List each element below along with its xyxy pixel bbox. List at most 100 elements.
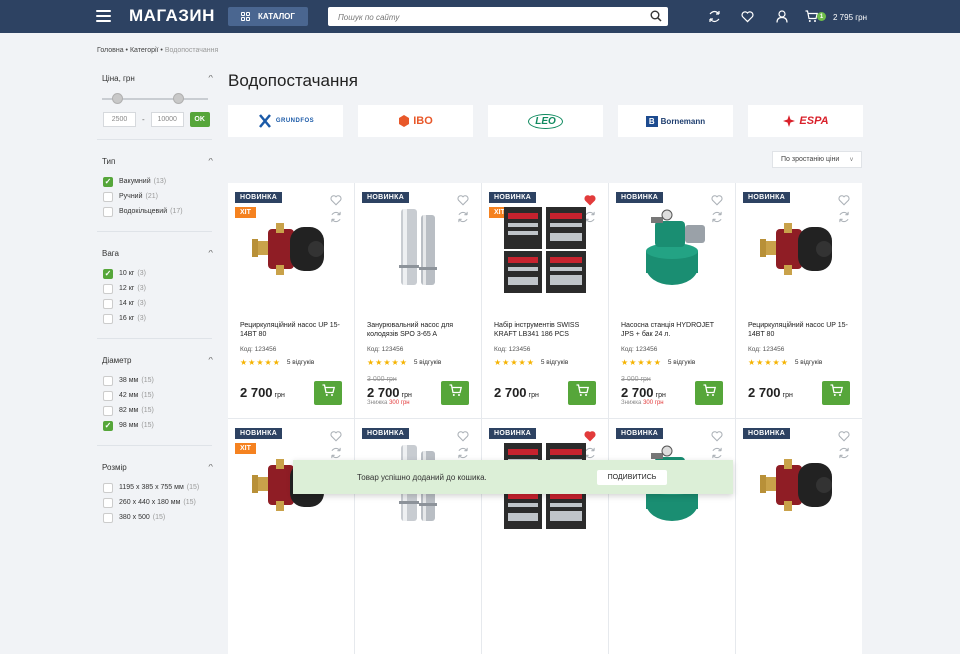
price-slider[interactable] [102,90,212,108]
filter-option[interactable]: 16 кг (3) [103,311,212,326]
product-card[interactable]: НОВИНКА Занурювальний насос для колодязів… [355,183,481,418]
filter-option[interactable]: Водокільцевий (17) [103,204,212,219]
filter-header[interactable]: Тип ^ [102,153,213,169]
heart-icon[interactable] [584,193,596,206]
borehole-pump-icon[interactable] [373,205,463,295]
checkbox[interactable] [103,283,113,294]
reviews-link[interactable]: 5 відгуків [414,359,441,366]
catalog-button[interactable]: КАТАЛОГ [228,7,308,26]
chevron-up-icon[interactable]: ^ [208,158,213,165]
filter-header[interactable]: Діаметр ^ [102,352,213,368]
menu-icon[interactable] [96,10,111,22]
product-card[interactable]: НОВИНКА Насосна станція HYDROJET JPS + ба… [609,183,735,418]
search-input[interactable] [328,8,628,27]
filter-header[interactable]: Розмір ^ [102,459,213,475]
heart-icon[interactable] [711,429,723,442]
add-to-cart-button[interactable] [314,381,342,405]
compare-icon[interactable] [708,10,721,23]
product-card[interactable]: НОВИНКА ХІТ [228,419,354,654]
product-name[interactable]: Набір інструментів SWISS KRAFT LB341 186… [494,321,599,339]
price-min-input[interactable]: 2500 [103,112,136,127]
filter-header[interactable]: Ціна, грн ^ [102,70,213,86]
breadcrumb-categories[interactable]: Категорії [130,47,159,54]
add-to-cart-button[interactable] [822,381,850,405]
brand-ibo[interactable]: IBO [358,105,473,137]
checkbox[interactable] [103,512,113,523]
heart-icon[interactable] [838,193,850,206]
filter-option[interactable]: ✓ 10 кг (3) [103,266,212,281]
filter-option[interactable]: ✓ Вакумний (13) [103,174,212,189]
checkbox[interactable] [103,375,113,386]
product-card[interactable]: НОВИНКА [482,419,608,654]
filter-option[interactable]: 12 кг (3) [103,281,212,296]
heart-icon[interactable] [741,10,754,23]
pump-icon[interactable] [754,441,844,531]
checkbox[interactable]: ✓ [103,420,113,431]
filter-option[interactable]: Ручний (21) [103,189,212,204]
brand-espa[interactable]: ESPA [748,105,863,137]
product-card[interactable]: НОВИНКА [355,419,481,654]
heart-icon[interactable] [457,429,469,442]
filter-option[interactable]: 260 х 440 х 180 мм (15) [103,495,212,510]
heart-icon[interactable] [330,429,342,442]
slider-handle-min[interactable] [111,93,123,104]
product-name[interactable]: Насосна станція HYDROJET JPS + бак 24 л. [621,321,726,339]
product-name[interactable]: Занурювальний насос для колодязів SPO 3-… [367,321,472,339]
filter-option[interactable]: 1195 х 385 х 755 мм (15) [103,480,212,495]
slider-handle-max[interactable] [173,93,185,104]
filter-option[interactable]: 42 мм (15) [103,388,212,403]
sort-select[interactable]: По зростанію ціни v [772,151,862,168]
pump-icon[interactable] [754,205,844,295]
product-name[interactable]: Рециркуляційний насос UP 15-14BT 80 [748,321,853,339]
checkbox[interactable] [103,191,113,202]
checkbox[interactable] [103,405,113,416]
checkbox[interactable] [103,206,113,217]
reviews-link[interactable]: 5 відгуків [668,359,695,366]
heart-icon[interactable] [838,429,850,442]
filter-option[interactable]: 14 кг (3) [103,296,212,311]
filter-option[interactable]: 38 мм (15) [103,373,212,388]
pump-icon[interactable] [246,205,336,295]
heart-icon[interactable] [330,193,342,206]
reviews-link[interactable]: 5 відгуків [287,359,314,366]
checkbox[interactable] [103,298,113,309]
heart-icon[interactable] [457,193,469,206]
checkbox[interactable]: ✓ [103,176,113,187]
view-cart-button[interactable]: ПОДИВИТИСЬ [597,470,667,485]
chevron-up-icon[interactable]: ^ [208,250,213,257]
filter-option[interactable]: 82 мм (15) [103,403,212,418]
product-name[interactable]: Рециркуляційний насос UP 15-14BT 80 [240,321,345,339]
reviews-link[interactable]: 5 відгуків [541,359,568,366]
heart-icon[interactable] [584,429,596,442]
checkbox[interactable]: ✓ [103,268,113,279]
add-to-cart-button[interactable] [695,381,723,405]
brand-bornemann[interactable]: B Bornemann [618,105,733,137]
heart-icon[interactable] [711,193,723,206]
breadcrumb-home[interactable]: Головна [97,47,124,54]
brand-grundfos[interactable]: GRUNDFOS [228,105,343,137]
chevron-up-icon[interactable]: ^ [208,75,213,82]
filter-option[interactable]: 380 х 500 (15) [103,510,212,525]
product-card[interactable]: НОВИНКА [609,419,735,654]
brand-leo[interactable]: LEO [488,105,603,137]
checkbox[interactable] [103,497,113,508]
add-to-cart-button[interactable] [568,381,596,405]
checkbox[interactable] [103,313,113,324]
search-icon[interactable] [650,10,662,22]
add-to-cart-button[interactable] [441,381,469,405]
filter-header[interactable]: Вага ^ [102,245,213,261]
toolset-icon[interactable] [500,205,590,295]
checkbox[interactable] [103,482,113,493]
reviews-link[interactable]: 5 відгуків [795,359,822,366]
pump-station-icon[interactable] [627,205,717,295]
product-card[interactable]: НОВИНКА [736,419,862,654]
chevron-up-icon[interactable]: ^ [208,464,213,471]
cart-total[interactable]: 2 795 грн [833,13,867,22]
logo[interactable]: МАГАЗИН [129,6,215,26]
price-max-input[interactable]: 10000 [150,112,184,127]
product-card[interactable]: НОВИНКА ХІТ Рециркуляційний насос UP 15-14… [228,183,354,418]
chevron-up-icon[interactable]: ^ [208,357,213,364]
price-ok-button[interactable]: OK [189,112,210,127]
product-card[interactable]: НОВИНКА Рециркуляційний насос UP 15-14BT … [736,183,862,418]
user-icon[interactable] [776,10,788,23]
